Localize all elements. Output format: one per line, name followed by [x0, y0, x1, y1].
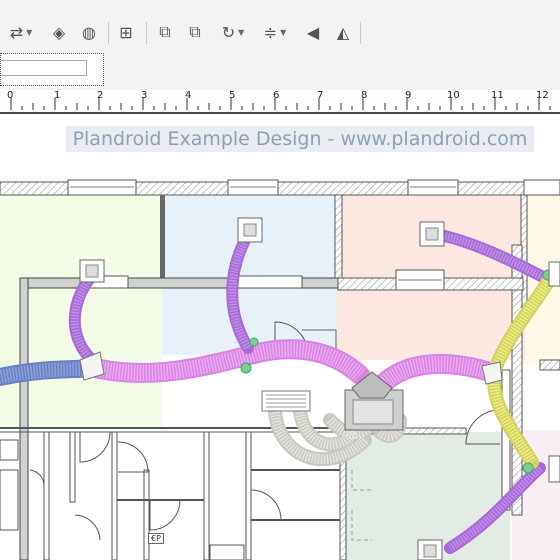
design-canvas[interactable]: €P [0, 114, 560, 560]
dropdown-arrow-icon[interactable]: ▼ [26, 28, 32, 37]
design-title[interactable]: Plandroid Example Design - www.plandroid… [66, 126, 534, 152]
rotate-tool-button[interactable]: ↻ ▼ [214, 18, 252, 46]
ruler-label: 8 [361, 90, 368, 101]
ruler-label: 10 [447, 90, 460, 101]
interior-wall [245, 431, 252, 560]
bring-forward-button[interactable]: ⧉ [152, 18, 178, 46]
ruler-label: 7 [317, 90, 324, 101]
ruler-label: 2 [97, 90, 104, 101]
horizontal-ruler[interactable]: 0 1 2 3 4 5 6 7 8 9 10 11 12 [0, 90, 560, 114]
air-diffuser[interactable] [237, 217, 263, 243]
layer-selector[interactable] [0, 53, 104, 86]
align-tool-button[interactable]: ≑ ▼ [256, 18, 294, 46]
ruler-label: 11 [491, 90, 504, 101]
window [235, 275, 303, 289]
bring-forward-icon: ⧉ [159, 22, 171, 41]
ruler-label: 1 [54, 90, 61, 101]
interior-wall [501, 369, 511, 511]
shuffle-icon: ⇄ [9, 22, 24, 42]
ruler-label: 4 [185, 90, 192, 101]
interior-wall [539, 359, 560, 371]
fixture [0, 469, 19, 531]
duct-fitting[interactable] [481, 361, 503, 385]
toolbar-separator [146, 22, 147, 44]
ruler-ticks [10, 98, 551, 110]
floor-plan[interactable] [0, 114, 560, 560]
compass-icon: ◍ [82, 22, 96, 42]
interior-wall [111, 431, 118, 560]
interior-wall [19, 277, 29, 560]
interior-wall [160, 195, 165, 285]
window [523, 179, 560, 196]
ruler-label: 3 [141, 90, 148, 101]
air-diffuser[interactable] [548, 261, 560, 287]
ruler-label: 9 [405, 90, 412, 101]
eraser-tool-button[interactable]: ◈ [46, 18, 72, 46]
ruler-label: 5 [229, 90, 236, 101]
air-diffuser[interactable] [417, 539, 443, 560]
dropdown-arrow-icon[interactable]: ▼ [238, 28, 244, 37]
mirror-button[interactable]: ◭ [330, 18, 356, 46]
grid-snap-icon: ⊞ [119, 22, 133, 42]
fixture [0, 439, 19, 461]
flip-horizontal-button[interactable]: ◀ [300, 18, 326, 46]
door [79, 431, 111, 463]
air-diffuser[interactable] [548, 455, 560, 483]
toolbar-separator [360, 22, 361, 44]
ruler-label: 0 [7, 90, 14, 101]
shuffle-tool-button[interactable]: ⇄ ▼ [2, 18, 40, 46]
supply-grille[interactable] [261, 390, 311, 412]
ventilation-unit-panel [352, 399, 394, 425]
duct-fitting[interactable] [249, 337, 259, 347]
room-tag[interactable]: €P [148, 533, 164, 544]
air-diffuser[interactable] [419, 221, 445, 247]
ruler-label: 6 [273, 90, 280, 101]
door [74, 514, 101, 541]
fixture [209, 544, 245, 560]
door [250, 489, 282, 521]
eraser-icon: ◈ [52, 22, 66, 42]
mirror-icon: ◭ [336, 22, 350, 42]
compass-tool-button[interactable]: ◍ [76, 18, 102, 46]
interior-wall [69, 431, 76, 503]
door [29, 469, 45, 487]
interior-wall [334, 194, 343, 281]
align-icon: ≑ [263, 22, 278, 42]
door [117, 441, 149, 473]
air-diffuser[interactable] [79, 259, 105, 283]
flip-horizontal-icon: ◀ [306, 22, 320, 42]
interior-wall [203, 431, 210, 560]
grid-snap-button[interactable]: ⊞ [112, 18, 140, 46]
dropdown-arrow-icon[interactable]: ▼ [280, 28, 286, 37]
layer-name-field[interactable] [1, 60, 87, 76]
send-backward-button[interactable]: ⧉ [182, 18, 208, 46]
duct-fitting[interactable] [240, 362, 252, 374]
rotate-icon: ↻ [221, 22, 236, 42]
ruler-label: 12 [536, 90, 549, 101]
toolbar-separator [108, 22, 109, 44]
send-backward-icon: ⧉ [189, 22, 201, 41]
interior-wall [43, 431, 50, 560]
toolbar: ⇄ ▼ ◈ ◍ ⊞ ⧉ ⧉ ↻ ▼ ≑ ▼ ◀ ◭ [0, 0, 560, 50]
duct-fitting[interactable] [522, 462, 534, 474]
door [149, 499, 181, 531]
interior-wall [143, 469, 150, 560]
